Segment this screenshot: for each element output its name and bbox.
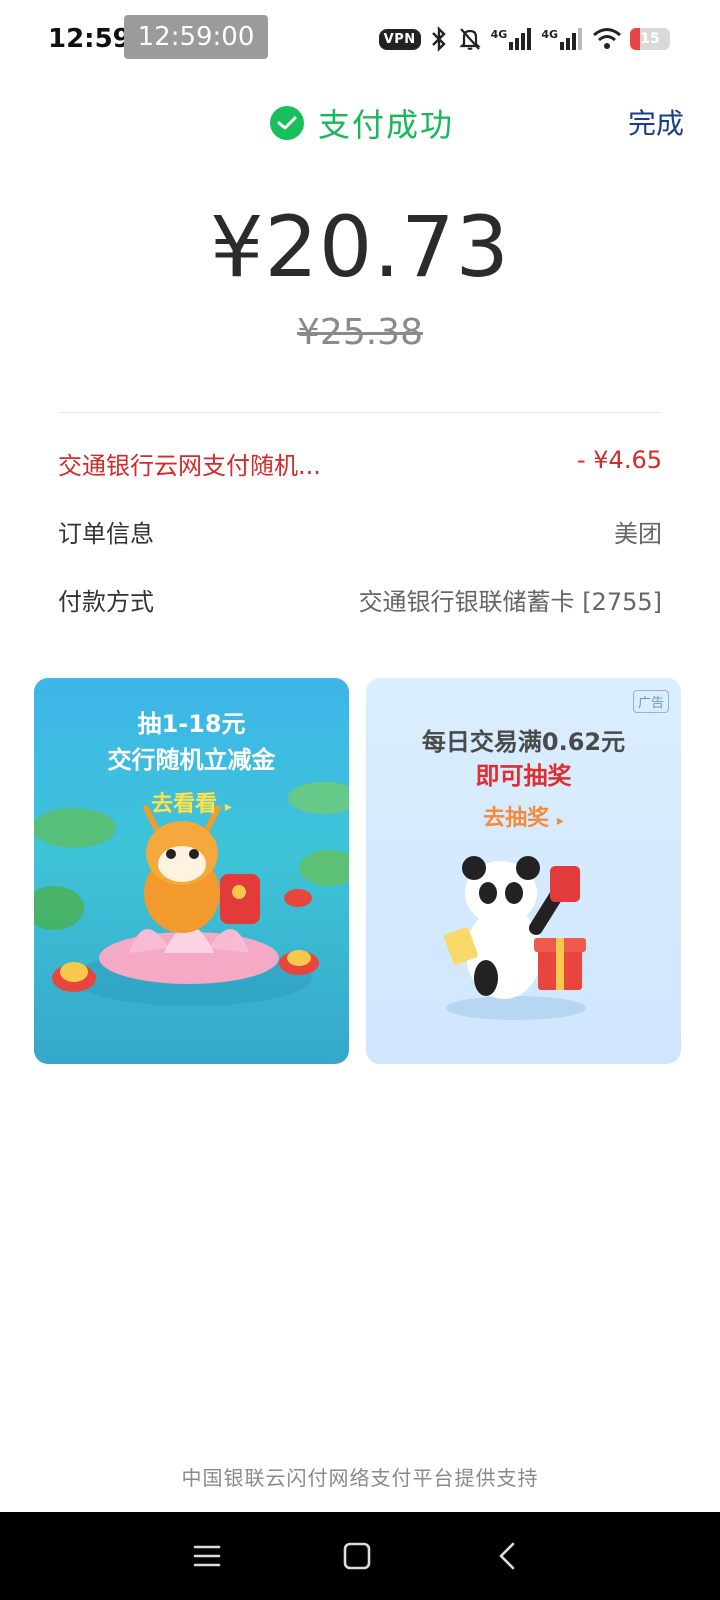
discount-label: 交通银行云网支付随机... (58, 452, 321, 480)
time-chip: 12:59:00 (124, 15, 268, 59)
back-icon[interactable] (482, 1532, 532, 1580)
order-info-row: 订单信息 美团 (58, 514, 662, 549)
navigation-bar (0, 1512, 720, 1600)
signal-4g-icon: 4G (491, 28, 534, 50)
arrow-right-icon: ▸ (224, 799, 232, 815)
original-amount: ¥25.38 (297, 312, 423, 353)
check-circle-icon (270, 106, 304, 140)
signal-4g-icon: 4G (541, 28, 584, 50)
promo-left-line2: 交行随机立减金 (107, 746, 276, 774)
order-info-label: 订单信息 (58, 520, 154, 548)
footer-support-text: 中国银联云闪付网络支付平台提供支持 (181, 1466, 539, 1490)
promo-left-cta-label: 去看看 (151, 792, 218, 817)
promo-right-cta[interactable]: 去抽奖 ▸ (366, 800, 681, 832)
arrow-right-icon: ▸ (556, 813, 564, 829)
promo-right-line2: 即可抽奖 (475, 762, 572, 790)
promo-left-cta[interactable]: 去看看 ▸ (34, 786, 349, 818)
promo-right-cta-label: 去抽奖 (483, 806, 550, 831)
payment-success-title: 支付成功 (270, 100, 454, 146)
promo-card-left[interactable]: 抽1-18元 交行随机立减金 去看看 ▸ (34, 678, 349, 1064)
home-icon[interactable] (332, 1532, 382, 1580)
mute-icon (458, 28, 481, 50)
discount-value: - ¥4.65 (577, 446, 662, 474)
order-info-value: 美团 (614, 520, 662, 548)
ad-badge: 广告 (632, 690, 669, 713)
status-time: 12:59 (48, 24, 131, 54)
battery-icon: 15 (630, 28, 670, 50)
status-bar: 12:59 12:59:00 VPN 4G 4G 15 (0, 0, 720, 82)
header: 支付成功 完成 (0, 100, 720, 150)
menu-icon[interactable] (182, 1532, 232, 1580)
bluetooth-icon (431, 26, 446, 52)
divider (58, 412, 662, 413)
discount-row[interactable]: 交通银行云网支付随机... - ¥4.65 (58, 446, 662, 481)
payment-method-value: 交通银行银联储蓄卡 [2755] (358, 588, 662, 616)
payment-method-row: 付款方式 交通银行银联储蓄卡 [2755] (58, 582, 662, 617)
promo-card-right[interactable]: 广告 每日交易满0.62元 即可抽奖 去抽奖 ▸ (366, 678, 681, 1064)
wifi-icon (593, 28, 621, 49)
battery-level: 15 (640, 31, 660, 47)
paid-amount: ¥20.73 (210, 198, 510, 296)
payment-method-label: 付款方式 (58, 588, 154, 616)
vpn-icon: VPN (378, 28, 421, 50)
done-button[interactable]: 完成 (628, 102, 684, 142)
success-text: 支付成功 (318, 106, 455, 144)
signal-bars-icon (560, 28, 582, 50)
status-icons: VPN 4G 4G 15 (378, 26, 670, 52)
signal-bars-icon (509, 28, 532, 50)
promo-left-line1: 抽1-18元 (137, 710, 246, 738)
promo-right-line1: 每日交易满0.62元 (421, 728, 626, 756)
